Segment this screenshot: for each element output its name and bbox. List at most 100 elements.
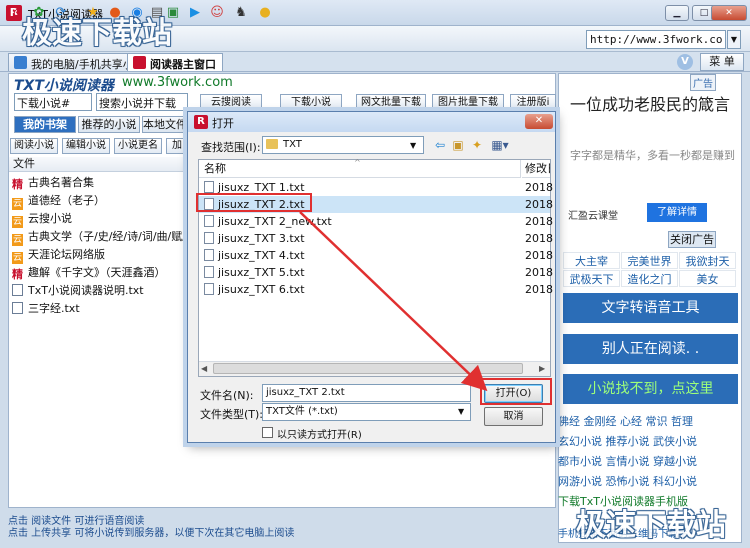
add-button[interactable]: 加 bbox=[166, 138, 188, 154]
download-novel-button[interactable]: 下载小说 bbox=[280, 94, 342, 111]
minimize-button[interactable]: ▁ bbox=[665, 5, 689, 21]
brand-url[interactable]: www.3fwork.com bbox=[122, 75, 233, 90]
txt-file-icon bbox=[204, 232, 214, 244]
list-item[interactable]: 云天涯论坛网络版 bbox=[12, 246, 105, 264]
url-dropdown-icon[interactable]: ▼ bbox=[727, 30, 741, 49]
chat-icon[interactable]: ● bbox=[256, 4, 274, 22]
list-item[interactable]: TxT小说阅读器说明.txt bbox=[12, 282, 144, 299]
list-item[interactable]: 精古典名著合集 bbox=[12, 174, 94, 191]
menu-button[interactable]: 菜 单 bbox=[700, 53, 744, 71]
list-item-label: 古典文学（子/史/经/诗/词/曲/赋/小说 bbox=[28, 230, 208, 243]
image-download-button[interactable]: 图片批量下载 bbox=[432, 94, 504, 111]
tab-recommended[interactable]: 推荐的小说 bbox=[78, 116, 140, 133]
watermark-logo: 极速下载站 bbox=[22, 16, 172, 51]
dialog-close-button[interactable]: ✕ bbox=[525, 114, 553, 129]
txt-file-icon bbox=[204, 249, 214, 261]
cloud-icon: 云 bbox=[12, 216, 23, 228]
list-item[interactable]: 云道德经（老子） bbox=[12, 192, 105, 210]
face-icon[interactable]: ☺ bbox=[208, 4, 226, 22]
cancel-button[interactable]: 取消 bbox=[484, 407, 543, 426]
tts-tool-bar[interactable]: 文字转语音工具 bbox=[563, 293, 738, 323]
list-item-label: 三字经.txt bbox=[28, 302, 80, 315]
tab-main-window[interactable]: 阅读器主窗口 bbox=[127, 53, 223, 71]
ad-subtitle: 字字都是精华，多看一秒都是赚到 bbox=[570, 149, 735, 162]
txt-file-icon bbox=[204, 266, 214, 278]
tab-label: 阅读器主窗口 bbox=[150, 58, 216, 71]
cant-find-bar[interactable]: 小说找不到，点这里 bbox=[563, 374, 738, 404]
list-item[interactable]: 三字经.txt bbox=[12, 300, 80, 317]
edit-novel-button[interactable]: 编辑小说 bbox=[62, 138, 110, 154]
up-folder-icon[interactable]: ▣ bbox=[450, 137, 466, 153]
category-links-2[interactable]: 玄幻小说 推荐小说 武侠小说 bbox=[558, 432, 697, 452]
scroll-right-icon[interactable]: ▶ bbox=[539, 364, 545, 373]
category-links-4[interactable]: 网游小说 恐怖小说 科幻小说 bbox=[558, 472, 697, 492]
new-folder-icon[interactable]: ✦ bbox=[469, 137, 485, 153]
close-ad-button[interactable]: 关闭广告 bbox=[668, 231, 716, 248]
chevron-down-icon[interactable]: ▼ bbox=[410, 141, 416, 150]
play-icon[interactable]: ▶ bbox=[186, 4, 204, 22]
table-row[interactable]: jisuxz_TXT 6.txt 2018 bbox=[199, 281, 553, 298]
file-date: 2018 bbox=[525, 198, 553, 211]
rename-novel-button[interactable]: 小说更名 bbox=[114, 138, 162, 154]
tab-local-files[interactable]: 本地文件 bbox=[142, 116, 188, 133]
scrollbar-thumb[interactable] bbox=[213, 363, 523, 374]
novel-link[interactable]: 大主宰 bbox=[563, 252, 620, 269]
category-links-1[interactable]: 佛经 金刚经 心经 常识 哲理 bbox=[558, 412, 693, 432]
novel-link[interactable]: 美女 bbox=[679, 270, 736, 287]
computer-icon bbox=[14, 56, 27, 69]
chevron-down-icon[interactable]: ▼ bbox=[458, 407, 464, 416]
file-name-label: 文件名(N): bbox=[200, 389, 254, 402]
view-menu-icon[interactable]: ▦▾ bbox=[489, 137, 511, 153]
list-item-label: 云搜小说 bbox=[28, 212, 72, 225]
novel-link[interactable]: 我欲封天 bbox=[679, 252, 736, 269]
table-row[interactable]: jisuxz_TXT 2_new.txt 2018 bbox=[199, 213, 553, 230]
search-input[interactable]: 搜索小说并下载 bbox=[96, 93, 188, 111]
look-in-select[interactable]: TXT bbox=[262, 136, 424, 154]
file-type-label: 文件类型(T): bbox=[200, 408, 264, 421]
txt-file-icon bbox=[12, 284, 23, 296]
back-icon[interactable]: ⇦ bbox=[432, 137, 448, 153]
table-row[interactable]: jisuxz_TXT 5.txt 2018 bbox=[199, 264, 553, 281]
novel-link[interactable]: 造化之门 bbox=[621, 270, 678, 287]
category-links-3[interactable]: 都市小说 言情小说 穿越小说 bbox=[558, 452, 697, 472]
file-type-select[interactable]: TXT文件 (*.txt) bbox=[262, 403, 471, 421]
status-line-2: 点击 上传共享 可将小说传到服务器，以便下次在其它电脑上阅读 bbox=[8, 528, 295, 539]
dialog-title: 打开 bbox=[212, 117, 234, 130]
close-window-button[interactable]: ✕ bbox=[711, 5, 747, 21]
table-row[interactable]: jisuxz_TXT 3.txt 2018 bbox=[199, 230, 553, 247]
list-item[interactable]: 精趣解《千字文》（天涯鑫酒） bbox=[12, 264, 166, 281]
file-name-input[interactable]: jisuxz_TXT 2.txt bbox=[262, 384, 471, 402]
list-item[interactable]: 云云搜小说 bbox=[12, 210, 72, 228]
cloud-icon: 云 bbox=[12, 234, 23, 246]
ad-tag: 广告 bbox=[690, 74, 716, 91]
column-date-header[interactable]: 修改日 bbox=[522, 160, 550, 178]
list-item-label: 天涯论坛网络版 bbox=[28, 248, 105, 261]
novel-link[interactable]: 武极天下 bbox=[563, 270, 620, 287]
txt-file-icon bbox=[12, 302, 23, 314]
scroll-left-icon[interactable]: ◀ bbox=[201, 364, 207, 373]
url-input[interactable]: http://www.3fwork.co bbox=[586, 30, 726, 49]
register-button[interactable]: 注册版i bbox=[510, 94, 556, 111]
cloud-read-button[interactable]: 云搜阅读 bbox=[200, 94, 262, 111]
ad-headline[interactable]: 一位成功老股民的箴言 bbox=[570, 93, 738, 116]
readonly-checkbox[interactable] bbox=[262, 427, 273, 438]
file-list-header: 文件 bbox=[9, 157, 189, 172]
v-badge-icon[interactable]: V bbox=[677, 54, 693, 70]
ad-detail-button[interactable]: 了解详情 bbox=[647, 203, 707, 222]
file-date: 2018 bbox=[525, 266, 553, 279]
figure-icon[interactable]: ♞ bbox=[232, 4, 250, 22]
list-item-label: TxT小说阅读器说明.txt bbox=[28, 284, 144, 297]
highlight-box-file bbox=[196, 193, 312, 212]
tab-my-shelf[interactable]: 我的书架 bbox=[14, 116, 76, 133]
readonly-label: 以只读方式打开(R) bbox=[277, 430, 362, 441]
search-type-select[interactable]: 下载小说# bbox=[14, 93, 92, 111]
reading-now-bar[interactable]: 别人正在阅读. . bbox=[563, 334, 738, 364]
featured-icon: 精 bbox=[12, 268, 23, 281]
highlight-box-open bbox=[480, 378, 552, 405]
novel-link[interactable]: 完美世界 bbox=[621, 252, 678, 269]
batch-download-button[interactable]: 网文批量下载 bbox=[356, 94, 426, 111]
table-row[interactable]: jisuxz_TXT 4.txt 2018 bbox=[199, 247, 553, 264]
cloud-icon: 云 bbox=[12, 252, 23, 264]
list-item[interactable]: 云古典文学（子/史/经/诗/词/曲/赋/小说 bbox=[12, 228, 208, 246]
read-novel-button[interactable]: 阅读小说 bbox=[10, 138, 58, 154]
